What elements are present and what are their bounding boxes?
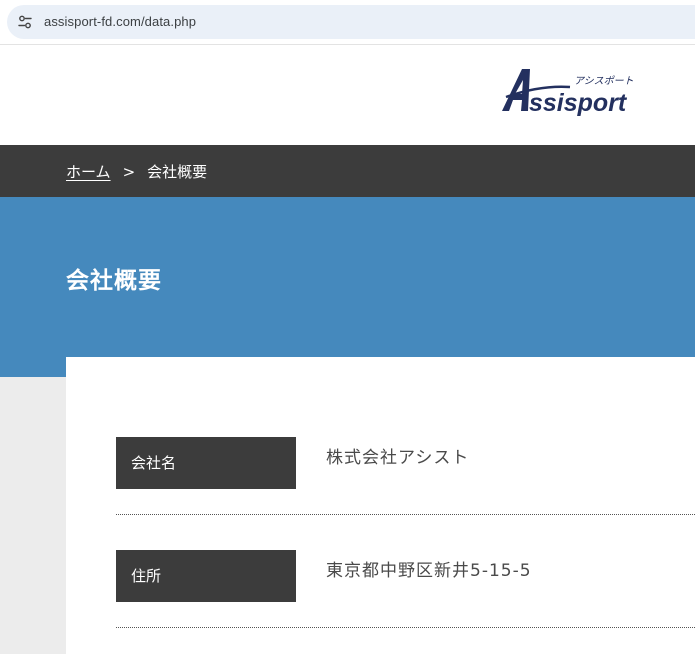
page-hero: 会社概要	[0, 197, 695, 377]
row-value: 東京都中野区新井5-15-5	[326, 561, 532, 581]
breadcrumb-bar: ホーム > 会社概要	[0, 145, 695, 197]
breadcrumb-home-link[interactable]: ホーム	[66, 163, 111, 181]
row-label: 住所	[116, 550, 296, 602]
row-value: 株式会社アシスト	[326, 448, 470, 468]
address-bar[interactable]: assisport-fd.com/data.php	[7, 5, 695, 39]
site-logo[interactable]: ssisport アシスポート	[500, 67, 635, 117]
row-label: 会社名	[116, 437, 296, 489]
breadcrumb-current: 会社概要	[147, 163, 208, 181]
svg-text:ssisport: ssisport	[529, 89, 628, 117]
info-row-company-name: 会社名 株式会社アシスト	[116, 437, 695, 515]
tune-icon[interactable]	[16, 13, 34, 31]
logo-image: ssisport アシスポート	[502, 69, 634, 117]
site-header: ssisport アシスポート	[0, 45, 695, 145]
company-info-card: 会社名 株式会社アシスト 住所 東京都中野区新井5-15-5	[66, 357, 695, 654]
page-title: 会社概要	[66, 268, 162, 294]
info-row-address: 住所 東京都中野区新井5-15-5	[116, 550, 695, 628]
breadcrumb-separator: >	[122, 163, 136, 181]
svg-text:アシスポート: アシスポート	[574, 75, 634, 87]
url-text[interactable]: assisport-fd.com/data.php	[44, 14, 196, 29]
browser-url-bar: assisport-fd.com/data.php	[0, 0, 695, 45]
breadcrumb: ホーム > 会社概要	[66, 161, 207, 182]
